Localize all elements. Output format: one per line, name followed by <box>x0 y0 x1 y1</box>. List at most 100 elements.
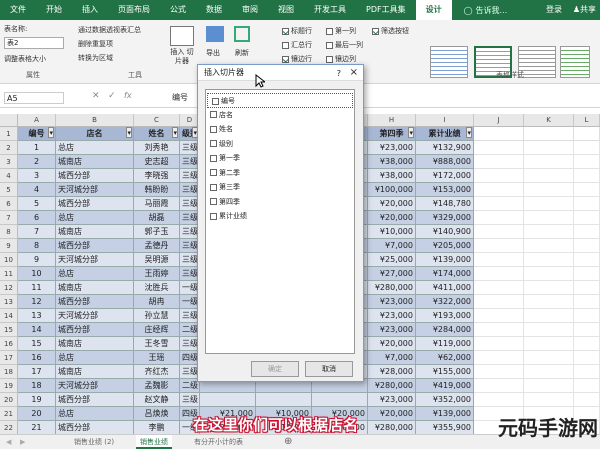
sheet-tab-subtotal[interactable]: 有分开小计的表 <box>194 435 243 449</box>
table-cell[interactable]: ¥7,000 <box>368 351 416 365</box>
table-cell[interactable]: ¥419,000 <box>416 379 474 393</box>
table-cell[interactable] <box>574 211 600 225</box>
table-cell[interactable]: 史志超 <box>134 155 180 169</box>
filter-button-checkbox[interactable]: 筛选按钮 <box>372 26 409 36</box>
row-header[interactable]: 15 <box>0 323 18 337</box>
table-cell[interactable] <box>574 183 600 197</box>
table-cell[interactable] <box>474 183 524 197</box>
table-cell[interactable]: 城西分部 <box>56 239 134 253</box>
table-style-swatch[interactable] <box>430 46 468 78</box>
table-cell[interactable]: ¥155,000 <box>416 365 474 379</box>
table-cell[interactable]: ¥148,780 <box>416 197 474 211</box>
table-cell[interactable]: 城南店 <box>56 155 134 169</box>
table-cell[interactable]: 李鹏 <box>134 421 180 435</box>
table-cell[interactable]: 城西分部 <box>56 323 134 337</box>
table-cell[interactable]: 沈胜兵 <box>134 281 180 295</box>
table-header-cell[interactable]: 姓名 ▾ <box>134 127 180 141</box>
table-cell[interactable]: 齐红杰 <box>134 365 180 379</box>
table-cell[interactable] <box>474 351 524 365</box>
row-header[interactable]: 9 <box>0 239 18 253</box>
table-cell[interactable] <box>256 393 312 407</box>
table-cell[interactable] <box>474 379 524 393</box>
table-cell[interactable]: ¥20,000 <box>368 407 416 421</box>
slicer-field-item[interactable]: 编号 <box>207 93 353 108</box>
table-header-cell[interactable] <box>574 127 600 141</box>
name-box[interactable]: A5 <box>4 92 64 104</box>
table-cell[interactable]: 天河城分部 <box>56 253 134 267</box>
table-cell[interactable]: 城南店 <box>56 225 134 239</box>
table-cell[interactable] <box>474 365 524 379</box>
row-header[interactable]: 4 <box>0 169 18 183</box>
column-header-l[interactable]: L <box>574 114 600 127</box>
confirm-check-icon[interactable]: ✓ <box>108 91 116 101</box>
table-cell[interactable]: 胡冉 <box>134 295 180 309</box>
table-cell[interactable] <box>474 323 524 337</box>
table-cell[interactable]: ¥62,000 <box>416 351 474 365</box>
row-header[interactable]: 7 <box>0 211 18 225</box>
table-cell[interactable]: 7 <box>18 225 56 239</box>
tab-file[interactable]: 文件 <box>0 0 36 20</box>
share-button[interactable]: ♟共享 <box>573 0 596 20</box>
tab-home[interactable]: 开始 <box>36 0 72 20</box>
table-header-cell[interactable] <box>474 127 524 141</box>
slicer-field-item[interactable]: 第二季 <box>206 166 354 181</box>
close-button[interactable]: × <box>350 65 358 81</box>
table-cell[interactable]: 4 <box>18 183 56 197</box>
table-cell[interactable] <box>524 169 574 183</box>
column-header-j[interactable]: J <box>474 114 524 127</box>
table-cell[interactable]: 李晓强 <box>134 169 180 183</box>
table-cell[interactable]: 王雨婷 <box>134 267 180 281</box>
table-cell[interactable]: 5 <box>18 197 56 211</box>
row-header[interactable]: 6 <box>0 197 18 211</box>
convert-to-range-button[interactable]: 转换为区域 <box>78 53 113 63</box>
slicer-field-item[interactable]: 店名 <box>206 108 354 123</box>
table-cell[interactable] <box>574 309 600 323</box>
table-cell[interactable]: 城西分部 <box>56 295 134 309</box>
table-cell[interactable]: 总店 <box>56 407 134 421</box>
row-header[interactable]: 21 <box>0 407 18 421</box>
table-cell[interactable]: ¥140,900 <box>416 225 474 239</box>
column-header-c[interactable]: C <box>134 114 180 127</box>
table-cell[interactable]: 19 <box>18 393 56 407</box>
header-row-checkbox[interactable]: 标题行 <box>282 26 312 36</box>
table-cell[interactable]: ¥139,000 <box>416 407 474 421</box>
slicer-field-item[interactable]: 第一季 <box>206 151 354 166</box>
table-cell[interactable] <box>524 197 574 211</box>
table-cell[interactable]: 吕焕焕 <box>134 407 180 421</box>
table-cell[interactable]: ¥411,000 <box>416 281 474 295</box>
table-cell[interactable] <box>524 239 574 253</box>
table-header-cell[interactable]: 编号 ▾ <box>18 127 56 141</box>
row-header[interactable]: 12 <box>0 281 18 295</box>
table-cell[interactable] <box>574 225 600 239</box>
table-cell[interactable]: ¥20,000 <box>368 337 416 351</box>
table-cell[interactable]: 吴明源 <box>134 253 180 267</box>
table-cell[interactable]: 郭子玉 <box>134 225 180 239</box>
table-cell[interactable] <box>524 323 574 337</box>
table-cell[interactable]: 12 <box>18 295 56 309</box>
table-cell[interactable] <box>474 281 524 295</box>
tab-developer[interactable]: 开发工具 <box>304 0 356 20</box>
table-cell[interactable]: ¥355,900 <box>416 421 474 435</box>
slicer-field-item[interactable]: 级别 <box>206 137 354 152</box>
table-cell[interactable] <box>574 295 600 309</box>
table-cell[interactable]: ¥100,000 <box>368 183 416 197</box>
slicer-field-item[interactable]: 累计业绩 <box>206 209 354 224</box>
export-button[interactable]: 导出 <box>206 48 220 58</box>
table-cell[interactable]: 15 <box>18 337 56 351</box>
column-header-b[interactable]: B <box>56 114 134 127</box>
table-cell[interactable] <box>574 141 600 155</box>
table-cell[interactable] <box>524 141 574 155</box>
row-header[interactable]: 20 <box>0 393 18 407</box>
table-cell[interactable]: 总店 <box>56 267 134 281</box>
table-cell[interactable] <box>200 393 256 407</box>
table-cell[interactable] <box>574 169 600 183</box>
row-header[interactable]: 2 <box>0 141 18 155</box>
table-cell[interactable]: 13 <box>18 309 56 323</box>
table-cell[interactable]: ¥25,000 <box>368 253 416 267</box>
table-cell[interactable] <box>524 379 574 393</box>
table-cell[interactable]: ¥322,000 <box>416 295 474 309</box>
table-cell[interactable]: 孟德丹 <box>134 239 180 253</box>
table-cell[interactable] <box>474 225 524 239</box>
table-cell[interactable]: 20 <box>18 407 56 421</box>
filter-dropdown-icon[interactable]: ▾ <box>48 127 54 138</box>
